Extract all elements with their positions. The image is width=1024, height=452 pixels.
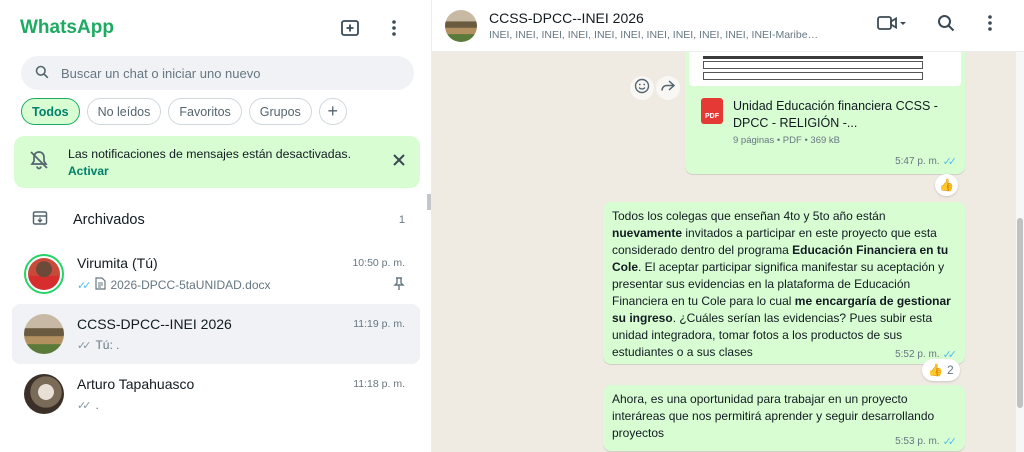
conversation-menu-button[interactable]	[972, 8, 1008, 44]
avatar	[24, 314, 64, 354]
chat-time: 11:19 p. m.	[353, 318, 405, 330]
notification-text: Las notificaciones de mensajes están des…	[68, 146, 351, 161]
add-filter-button[interactable]: +	[318, 98, 347, 125]
document-meta: 9 páginas • PDF • 369 kB	[733, 135, 840, 146]
video-call-button[interactable]	[870, 8, 914, 44]
message-text-part: Todos los colegas que enseñan 4to y 5to …	[612, 209, 886, 223]
archived-count: 1	[398, 214, 405, 226]
video-icon	[877, 15, 907, 36]
activate-link[interactable]: Activar	[68, 164, 392, 178]
reaction-badge[interactable]: 👍	[935, 174, 958, 196]
chat-preview: 2026-DPCC-5taUNIDAD.docx	[110, 278, 271, 292]
brand-title: WhatsApp	[20, 17, 114, 38]
chip-groups[interactable]: Grupos	[248, 98, 312, 125]
chat-name: Arturo Tapahuasco	[77, 376, 195, 392]
delivered-ticks-icon: ✓✓	[77, 399, 92, 412]
archived-label: Archivados	[73, 212, 145, 228]
read-ticks-icon: ✓✓	[77, 279, 92, 292]
chip-favorites[interactable]: Favoritos	[168, 98, 242, 125]
conversation-title: CCSS-DPCC--INEI 2026	[489, 10, 644, 26]
whatsapp-app: WhatsApp Todos No leídos Favoritos Grupo…	[0, 0, 1024, 452]
chat-name: Virumita (Tú)	[77, 254, 158, 271]
message-bubble[interactable]: Todos los colegas que enseñan 4to y 5to …	[603, 202, 965, 364]
new-chat-icon[interactable]	[333, 11, 367, 45]
chat-name: CCSS-DPCC--INEI 2026	[77, 316, 232, 332]
forward-icon	[660, 79, 676, 98]
search-icon	[35, 65, 49, 82]
smiley-icon	[634, 78, 650, 99]
messages-area: PDF Unidad Educación financiera CCSS - D…	[432, 52, 1024, 452]
document-message[interactable]: PDF Unidad Educación financiera CCSS - D…	[685, 52, 965, 174]
document-icon	[95, 277, 107, 293]
chat-time: 11:18 p. m.	[353, 378, 405, 390]
conversation-panel: CCSS-DPCC--INEI 2026 INEI, INEI, INEI, I…	[432, 0, 1024, 452]
members-list: INEI, INEI, INEI, INEI, INEI, INEI, INEI…	[489, 29, 819, 41]
archived-row[interactable]: Archivados 1	[0, 196, 431, 244]
chat-preview: .	[95, 398, 99, 412]
message-meta: 5:47 p. m. ✓✓	[895, 155, 957, 168]
filter-chips: Todos No leídos Favoritos Grupos +	[0, 90, 431, 125]
chat-preview: Tú: .	[95, 338, 120, 352]
emoji-reaction-button[interactable]	[630, 76, 654, 100]
conversation-header[interactable]: CCSS-DPCC--INEI 2026 INEI, INEI, INEI, I…	[432, 0, 1024, 52]
close-icon[interactable]	[392, 153, 406, 172]
pdf-badge: PDF	[705, 113, 719, 120]
read-ticks-icon: ✓✓	[942, 156, 958, 168]
chat-item-arturo[interactable]: Arturo Tapahuasco 11:18 p. m. ✓✓ .	[0, 364, 431, 424]
document-name: Unidad Educación financiera CCSS - DPCC …	[733, 99, 938, 130]
chat-item-ccss-dpcc[interactable]: CCSS-DPCC--INEI 2026 11:19 p. m. ✓✓ Tú: …	[12, 304, 420, 364]
menu-icon[interactable]	[377, 11, 411, 45]
chip-unread[interactable]: No leídos	[86, 98, 162, 125]
bold-text: nuevamente	[612, 226, 683, 240]
forward-button[interactable]	[656, 76, 680, 100]
chat-item-virumita[interactable]: Virumita (Tú) 10:50 p. m. ✓✓ 2026-DPCC-5…	[0, 244, 431, 304]
reaction-badge[interactable]: 👍 2	[922, 359, 960, 381]
document-thumbnail	[689, 52, 961, 86]
message-text: Todos los colegas que enseñan 4to y 5to …	[612, 208, 957, 361]
sidebar-header: WhatsApp	[0, 0, 431, 56]
scrollbar-thumb[interactable]	[1017, 218, 1023, 408]
delivered-ticks-icon: ✓✓	[77, 339, 92, 352]
menu-icon	[987, 14, 993, 37]
notification-banner: Las notificaciones de mensajes están des…	[14, 136, 420, 188]
pin-icon	[393, 276, 405, 294]
bell-off-icon	[28, 149, 50, 176]
message-time: 5:53 p. m.	[895, 436, 940, 447]
chip-all[interactable]: Todos	[21, 98, 80, 125]
thumbs-up-emoji: 👍	[939, 178, 954, 192]
avatar	[24, 374, 64, 414]
search-messages-button[interactable]	[928, 8, 964, 44]
read-ticks-icon: ✓✓	[942, 436, 958, 448]
archive-icon	[32, 210, 48, 231]
chat-time: 10:50 p. m.	[352, 256, 405, 269]
avatar	[24, 254, 64, 294]
group-avatar[interactable]	[445, 9, 477, 42]
chat-list-panel: WhatsApp Todos No leídos Favoritos Grupo…	[0, 0, 432, 452]
search-bar[interactable]	[21, 56, 414, 90]
message-meta: 5:53 p. m. ✓✓	[895, 435, 957, 448]
message-time: 5:47 p. m.	[895, 156, 940, 167]
pdf-icon: PDF	[701, 98, 723, 124]
message-bubble[interactable]: Ahora, es una oportunidad para trabajar …	[603, 385, 965, 451]
reaction-count: 2	[946, 363, 954, 377]
messages-scrollbar[interactable]	[1016, 52, 1024, 452]
thumbs-up-emoji: 👍	[928, 363, 943, 377]
search-icon	[937, 14, 955, 37]
search-input[interactable]	[61, 65, 381, 81]
